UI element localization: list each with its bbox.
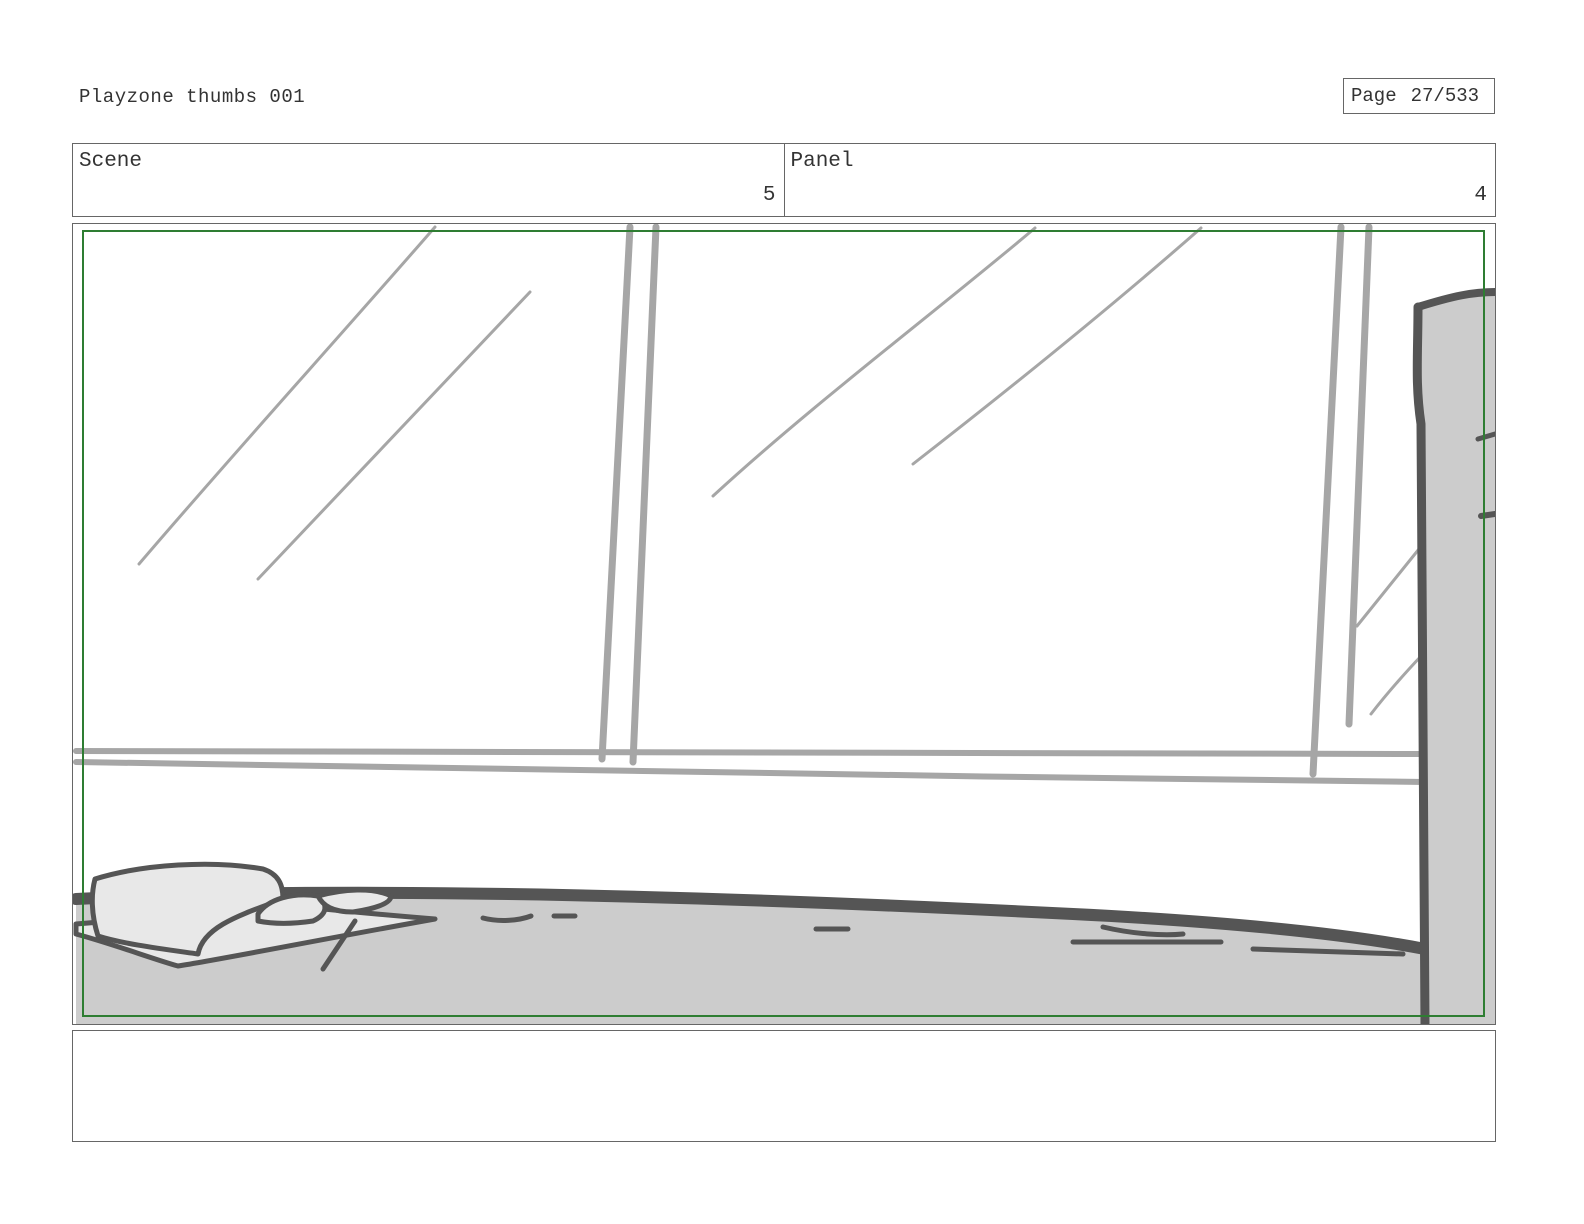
scene-number: 5 (762, 184, 776, 207)
window-mullions (598, 224, 1373, 778)
storyboard-sketch (73, 224, 1495, 1024)
document-title: Playzone thumbs 001 (79, 86, 306, 108)
scene-panel-header: Scene 5 Panel 4 (72, 143, 1496, 217)
window-reflection-lines (137, 225, 1425, 716)
page-indicator: Page 27/533 (1343, 78, 1495, 114)
panel-label: Panel (790, 150, 854, 173)
notes-box (72, 1030, 1496, 1142)
panel-number: 4 (1474, 184, 1487, 207)
page-label: Page (1351, 85, 1397, 107)
window-sill-lines (73, 748, 1428, 785)
panel-cell: Panel 4 (783, 144, 1496, 216)
storyboard-frame (72, 223, 1496, 1025)
scene-label: Scene (79, 150, 143, 173)
scene-cell: Scene 5 (73, 144, 784, 216)
page-number: 27/533 (1410, 85, 1480, 107)
